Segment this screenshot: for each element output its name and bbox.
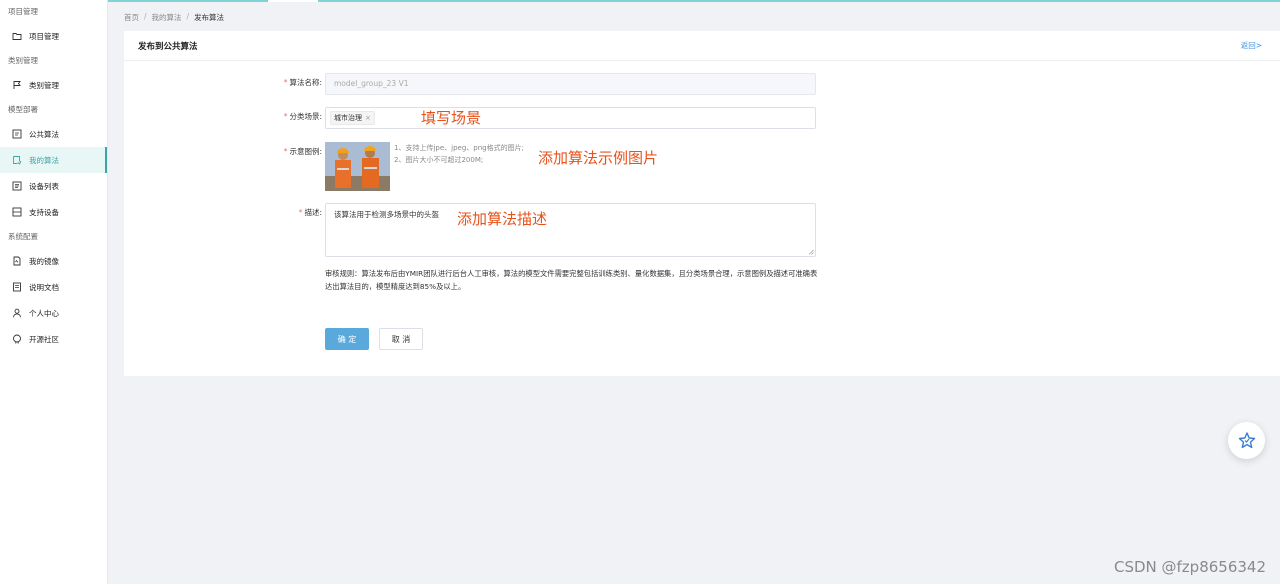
review-rules-text: 审核规则：算法发布后由YMIR团队进行后台人工审核，算法的模型文件需要完整包括训… <box>325 269 818 291</box>
sidebar-group-system: 系统配置 <box>8 232 38 241</box>
cancel-button[interactable]: 取 消 <box>379 328 423 350</box>
sidebar-item-label: 我的算法 <box>29 155 59 165</box>
breadcrumb: 首页 / 我的算法 / 发布算法 <box>124 12 224 23</box>
image-label: * 示意图例: <box>283 147 322 156</box>
breadcrumb-current: 发布算法 <box>194 13 225 22</box>
sidebar-item-label: 开源社区 <box>29 334 59 344</box>
sidebar-item-label: 支持设备 <box>29 207 59 217</box>
publish-card: 发布到公共算法 返回> * 算法名称: model_group_23 V1 * 分类… <box>124 31 1280 376</box>
sidebar-item-label: 项目管理 <box>29 31 59 41</box>
sidebar-group-project: 项目管理 <box>8 7 38 16</box>
workers-photo <box>325 142 390 191</box>
breadcrumb-separator: / <box>186 12 190 21</box>
description-text: 该算法用于检测多场景中的头盔 <box>334 210 439 219</box>
sidebar-item-profile[interactable]: 个人中心 <box>0 300 107 326</box>
device-list-icon <box>12 181 22 191</box>
example-image-thumbnail[interactable] <box>325 142 390 191</box>
sidebar-item-label: 说明文档 <box>29 282 59 292</box>
description-textarea[interactable]: 该算法用于检测多场景中的头盔 <box>325 203 816 257</box>
sidebar-group-deploy: 模型部署 <box>8 105 38 114</box>
breadcrumb-home[interactable]: 首页 <box>124 12 139 23</box>
tag-close-icon[interactable]: × <box>365 114 371 122</box>
top-accent-line <box>0 0 1280 2</box>
sidebar-item-device-list[interactable]: 设备列表 <box>0 173 107 199</box>
sidebar-item-my-image[interactable]: 我的镜像 <box>0 248 107 274</box>
algorithm-icon <box>12 129 22 139</box>
sidebar-item-label: 公共算法 <box>29 129 59 139</box>
image-file-icon <box>12 256 22 266</box>
flag-icon <box>12 80 22 90</box>
sidebar-item-label: 我的镜像 <box>29 256 59 266</box>
user-icon <box>12 308 22 318</box>
sidebar-item-category-management[interactable]: 类别管理 <box>0 72 107 98</box>
annotation-scene: 填写场景 <box>421 109 482 127</box>
watermark: CSDN @fzp8656342 <box>1113 558 1266 576</box>
scene-tag: 城市治理 × <box>330 111 375 125</box>
annotation-desc: 添加算法描述 <box>457 210 548 228</box>
image-upload-tips: 1、支持上传jpe、jpeg、png格式的图片; 2、图片大小不可超过200M; <box>394 142 524 166</box>
breadcrumb-separator: / <box>144 12 147 21</box>
sidebar-item-public-algorithm[interactable]: 公共算法 <box>0 121 107 147</box>
folder-icon <box>12 31 22 41</box>
resize-handle-icon[interactable] <box>808 249 814 255</box>
sidebar-item-label: 类别管理 <box>29 80 59 90</box>
confirm-button[interactable]: 确 定 <box>325 328 369 350</box>
sidebar-item-community[interactable]: 开源社区 <box>0 326 107 352</box>
sidebar-item-label: 个人中心 <box>29 308 59 318</box>
name-label: * 算法名称: <box>283 78 322 87</box>
algorithm-name-input: model_group_23 V1 <box>325 73 816 95</box>
scene-tag-label: 城市治理 <box>334 114 362 122</box>
supported-device-icon <box>12 207 22 217</box>
sidebar-item-project-management[interactable]: 项目管理 <box>0 23 107 49</box>
scene-label: * 分类场景: <box>283 112 322 121</box>
sidebar-item-docs[interactable]: 说明文档 <box>0 274 107 300</box>
star-sparkle-icon <box>1238 431 1255 448</box>
tip-line: 1、支持上传jpe、jpeg、png格式的图片; <box>394 144 524 152</box>
sidebar-item-label: 设备列表 <box>29 181 59 191</box>
github-icon <box>12 334 22 344</box>
sidebar-item-my-algorithm[interactable]: 我的算法 <box>0 147 107 173</box>
page-title: 发布到公共算法 <box>138 41 198 52</box>
breadcrumb-my-algorithm[interactable]: 我的算法 <box>152 12 182 23</box>
sidebar-item-supported-device[interactable]: 支持设备 <box>0 199 107 225</box>
back-link[interactable]: 返回> <box>1241 40 1262 51</box>
card-header: 发布到公共算法 返回> <box>124 31 1280 61</box>
desc-label: * 描述: <box>298 208 322 217</box>
assistant-float-button[interactable] <box>1228 422 1265 459</box>
sidebar-group-category: 类别管理 <box>8 56 38 65</box>
my-algorithm-icon <box>12 155 22 165</box>
tip-line: 2、图片大小不可超过200M; <box>394 156 484 164</box>
document-icon <box>12 282 22 292</box>
annotation-image: 添加算法示例图片 <box>538 149 659 167</box>
sidebar: 项目管理 项目管理 类别管理 类别管理 模型部署 公共算法 我的算法 设备列表 … <box>0 0 108 584</box>
scene-select[interactable]: 城市治理 × <box>325 107 816 129</box>
